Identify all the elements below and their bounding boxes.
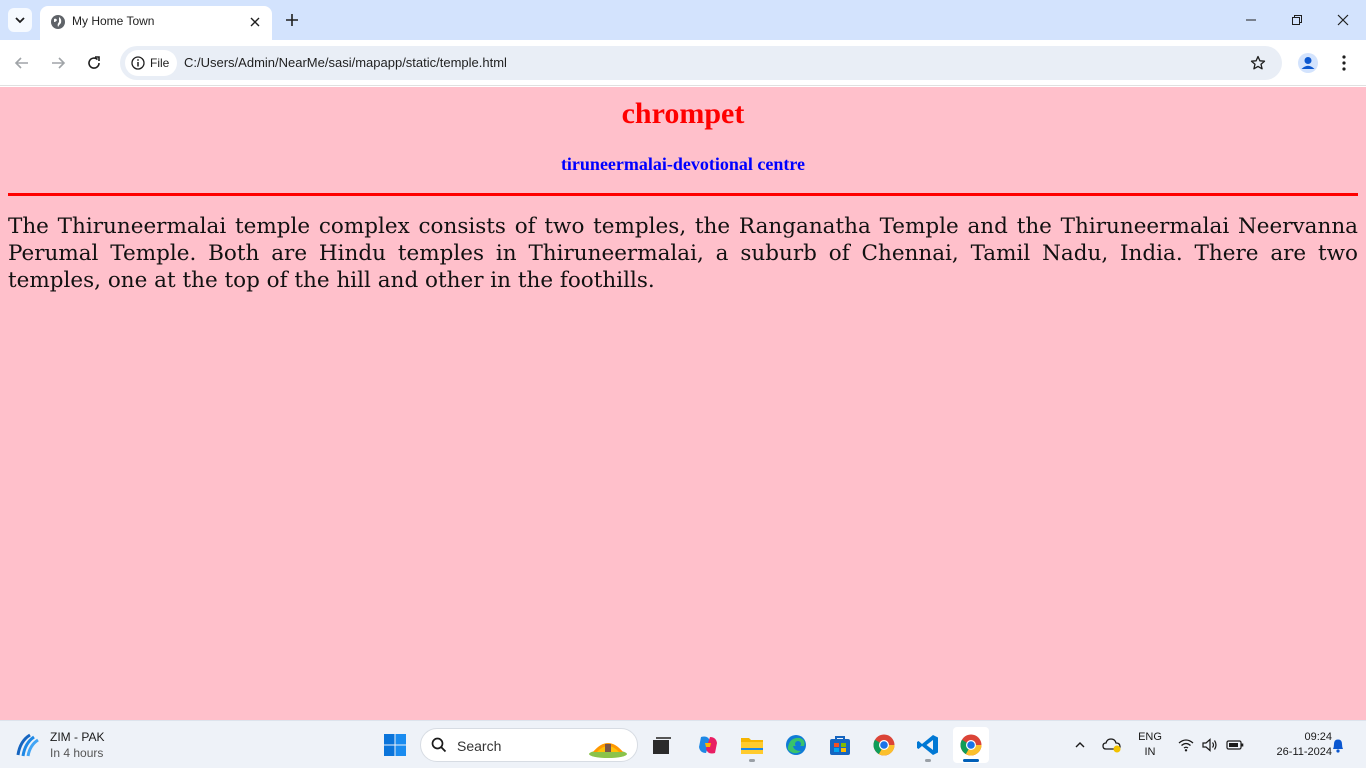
chevron-down-icon	[15, 17, 25, 24]
search-label: Search	[457, 738, 502, 754]
address-bar[interactable]: File C:/Users/Admin/NearMe/sasi/mapapp/s…	[120, 46, 1282, 80]
system-clock[interactable]: 09:24 26-11-2024	[1252, 730, 1332, 760]
arrow-left-icon	[14, 57, 28, 69]
cricket-icon	[16, 733, 39, 757]
reload-button[interactable]	[80, 49, 108, 77]
weather-subtitle: In 4 hours	[50, 746, 104, 760]
browser-toolbar: File C:/Users/Admin/NearMe/sasi/mapapp/s…	[0, 40, 1366, 86]
vscode-button[interactable]	[910, 727, 946, 763]
bell-icon	[1333, 739, 1343, 753]
browser-menu-button[interactable]	[1332, 49, 1356, 77]
clock-time: 09:24	[1304, 731, 1332, 743]
running-indicator	[749, 759, 755, 762]
region-code: IN	[1144, 746, 1156, 758]
file-explorer-button[interactable]	[734, 727, 770, 763]
folder-icon	[741, 738, 763, 754]
globe-icon	[51, 15, 65, 29]
active-indicator	[963, 759, 979, 762]
task-view-icon	[653, 737, 671, 754]
store-button[interactable]	[822, 727, 858, 763]
taskbar-search[interactable]: Search	[420, 728, 638, 762]
horizontal-rule	[8, 193, 1358, 196]
site-info-chip[interactable]: File	[125, 50, 178, 76]
browser-tab-active[interactable]: My Home Town	[40, 6, 272, 40]
task-view-button[interactable]	[644, 727, 680, 763]
clock-date: 26-11-2024	[1276, 746, 1332, 758]
page-viewport: chrompet tiruneermalai-devotional centre…	[0, 87, 1366, 720]
onedrive-tray-button[interactable]	[1100, 721, 1124, 768]
new-tab-button[interactable]	[280, 8, 304, 32]
restore-button[interactable]	[1274, 0, 1320, 40]
search-highlight-icon	[589, 743, 627, 758]
weather-title: ZIM - PAK	[50, 730, 105, 744]
tab-search-button[interactable]	[8, 8, 32, 32]
back-button[interactable]	[8, 49, 36, 77]
close-window-button[interactable]	[1320, 0, 1366, 40]
close-icon	[250, 17, 260, 27]
show-hidden-icons-button[interactable]	[1068, 721, 1092, 768]
edge-icon	[786, 735, 806, 755]
language-code: ENG	[1138, 731, 1162, 743]
minimize-button[interactable]	[1228, 0, 1274, 40]
chrome-active-button[interactable]	[953, 727, 989, 763]
forward-button[interactable]	[44, 49, 72, 77]
copilot-button[interactable]	[690, 727, 726, 763]
temple-description: The Thiruneermalai temple complex consis…	[8, 214, 1358, 293]
avatar-icon	[1298, 53, 1318, 73]
profile-button[interactable]	[1294, 49, 1322, 77]
copilot-icon	[699, 736, 717, 754]
page-subtitle: tiruneermalai-devotional centre	[560, 154, 806, 174]
bookmark-button[interactable]	[1248, 53, 1268, 73]
browser-tab-bar: My Home Town	[0, 0, 1366, 40]
chrome-pinned-button[interactable]	[866, 727, 902, 763]
plus-icon	[286, 14, 298, 26]
start-button[interactable]	[377, 727, 413, 763]
vscode-icon	[917, 735, 938, 755]
running-indicator	[925, 759, 931, 762]
url-text[interactable]: C:/Users/Admin/NearMe/sasi/mapapp/static…	[184, 55, 507, 70]
reload-icon	[88, 56, 100, 69]
quick-settings-button[interactable]	[1176, 721, 1246, 768]
close-icon	[1337, 14, 1349, 26]
tab-close-button[interactable]	[244, 11, 266, 33]
search-icon	[431, 737, 447, 753]
more-vertical-icon	[1342, 55, 1346, 71]
restore-icon	[1292, 15, 1302, 25]
chrome-icon	[960, 734, 982, 756]
cloud-warning-icon	[1102, 738, 1121, 753]
notifications-button[interactable]	[1328, 721, 1348, 768]
battery-icon	[1226, 740, 1244, 750]
info-icon	[131, 56, 145, 70]
language-indicator[interactable]: ENG IN	[1134, 730, 1166, 760]
minimize-icon	[1246, 19, 1256, 21]
weather-widget[interactable]: ZIM - PAK In 4 hours	[14, 727, 104, 763]
windows-icon	[384, 734, 406, 756]
wifi-icon	[1178, 739, 1194, 752]
edge-button[interactable]	[778, 727, 814, 763]
tab-title: My Home Town	[72, 14, 155, 28]
chrome-icon	[873, 734, 895, 756]
star-icon	[1250, 55, 1266, 70]
arrow-right-icon	[52, 57, 66, 69]
store-icon	[830, 736, 850, 755]
windows-taskbar: ZIM - PAK In 4 hours Search ENG IN 09:24…	[0, 720, 1366, 768]
page-title: chrompet	[621, 97, 745, 130]
site-chip-label: File	[150, 56, 170, 70]
chevron-up-icon	[1075, 742, 1085, 748]
volume-icon	[1202, 738, 1217, 752]
